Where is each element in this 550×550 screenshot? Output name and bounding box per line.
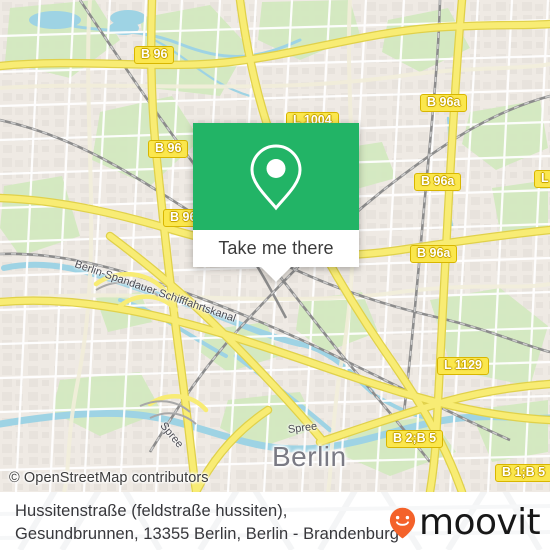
map-pin-icon	[250, 143, 302, 210]
road-shield-b96a-north[interactable]: B 96a	[420, 94, 468, 112]
address-line-1: Hussitenstraße (feldstraße hussiten),	[15, 502, 288, 520]
take-me-there-label: Take me there	[218, 238, 334, 258]
address-line-2: Gesundbrunnen, 13355 Berlin, Berlin - Br…	[15, 525, 400, 543]
map-attribution: © OpenStreetMap contributors	[9, 470, 209, 486]
callout-action-area[interactable]: Take me there	[193, 230, 359, 267]
footer-bar: Hussitenstraße (feldstraße hussiten), Ge…	[0, 492, 550, 550]
callout-pointer	[261, 267, 291, 282]
road-shield-b1-b5[interactable]: B 1;B 5	[495, 464, 550, 482]
moovit-pin-icon	[389, 507, 416, 539]
moovit-logo[interactable]: moovit	[389, 502, 541, 543]
location-address: Hussitenstraße (feldstraße hussiten), Ge…	[15, 500, 405, 546]
road-shield-b96-mid[interactable]: B 96	[148, 140, 189, 158]
road-shield-l1129[interactable]: L 1129	[437, 357, 490, 375]
road-shield-b96a-mid[interactable]: B 96a	[414, 173, 462, 191]
map-viewport[interactable]: © OpenStreetMap contributors Berlin Berl…	[0, 0, 550, 492]
road-shield-l-edge[interactable]: L	[534, 170, 550, 188]
moovit-wordmark: moovit	[419, 502, 541, 543]
road-shield-b96-north[interactable]: B 96	[134, 46, 175, 64]
road-shield-b96a-south[interactable]: B 96a	[410, 245, 458, 263]
place-label-berlin: Berlin	[272, 441, 347, 472]
destination-callout[interactable]: Take me there	[193, 123, 359, 282]
callout-icon-area	[193, 123, 359, 230]
moovit-map-screenshot: © OpenStreetMap contributors Berlin Berl…	[0, 0, 550, 550]
road-shield-b2-b5[interactable]: B 2;B 5	[386, 430, 444, 448]
